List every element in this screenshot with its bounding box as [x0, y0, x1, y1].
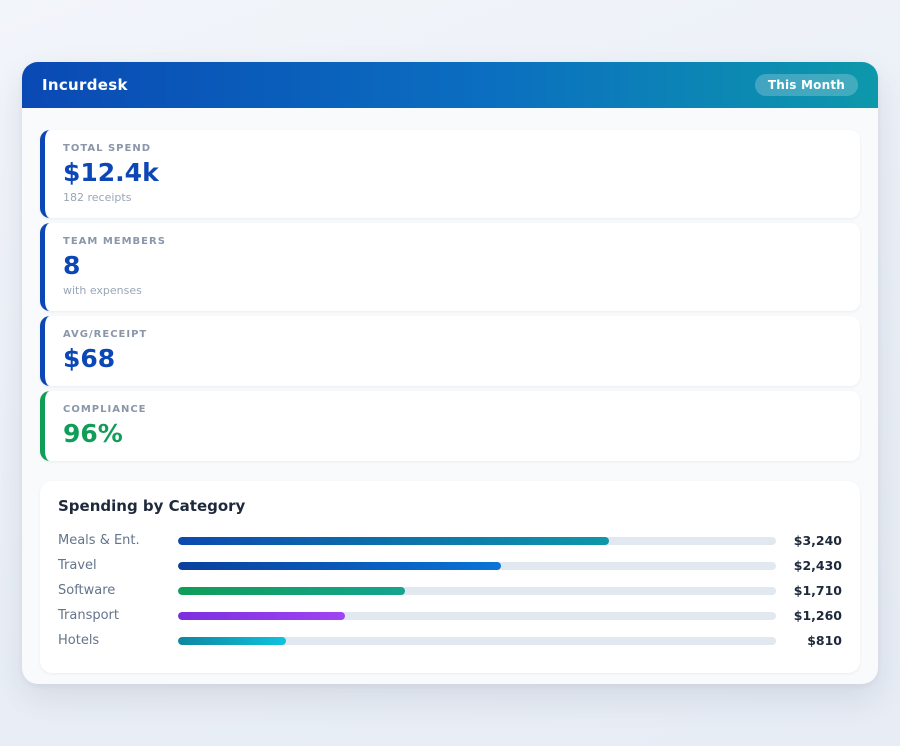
stat-subtext: with expenses [63, 284, 842, 297]
bar-value: $3,240 [776, 533, 842, 548]
chart-rows: Meals & Ent. $3,240 Travel $2,430 Software $1… [58, 528, 842, 653]
app-header: Incurdesk This Month [22, 62, 878, 108]
bar-value: $1,710 [776, 583, 842, 598]
stat-label: AVG/RECEIPT [63, 329, 842, 340]
chart-row: Travel $2,430 [58, 553, 842, 578]
bar-track [178, 637, 776, 645]
stat-label: COMPLIANCE [63, 404, 842, 415]
bar-value: $2,430 [776, 558, 842, 573]
chart-row: Transport $1,260 [58, 603, 842, 628]
bar-fill [178, 587, 405, 595]
stat-value: 8 [63, 252, 842, 280]
stat-value: $12.4k [63, 159, 842, 187]
stat-label: TOTAL SPEND [63, 143, 842, 154]
stat-label: TEAM MEMBERS [63, 236, 842, 247]
stat-card: TOTAL SPEND $12.4k 182 receipts [40, 130, 860, 218]
stat-subtext: 182 receipts [63, 191, 842, 204]
chart-row: Software $1,710 [58, 578, 842, 603]
bar-value: $1,260 [776, 608, 842, 623]
stat-card: COMPLIANCE 96% [40, 391, 860, 461]
category-label: Hotels [58, 633, 178, 648]
bar-value: $810 [776, 633, 842, 648]
chart-row: Hotels $810 [58, 628, 842, 653]
stat-card: AVG/RECEIPT $68 [40, 316, 860, 386]
panel-content: TOTAL SPEND $12.4k 182 receipts TEAM MEMBER… [22, 108, 878, 673]
category-label: Meals & Ent. [58, 533, 178, 548]
bar-track [178, 562, 776, 570]
bar-track [178, 537, 776, 545]
spending-by-category-card: Spending by Category Meals & Ent. $3,240 T… [40, 481, 860, 673]
bar-track [178, 587, 776, 595]
stat-card-list: TOTAL SPEND $12.4k 182 receipts TEAM MEMBER… [40, 130, 860, 461]
incurdesk-panel: Incurdesk This Month TOTAL SPEND $12.4k 18… [22, 62, 878, 684]
category-label: Software [58, 583, 178, 598]
chart-row: Meals & Ent. $3,240 [58, 528, 842, 553]
bar-fill [178, 562, 501, 570]
category-label: Travel [58, 558, 178, 573]
stat-card: TEAM MEMBERS 8 with expenses [40, 223, 860, 311]
chart-title: Spending by Category [58, 497, 842, 515]
app-title: Incurdesk [42, 76, 128, 94]
category-label: Transport [58, 608, 178, 623]
bar-fill [178, 537, 609, 545]
stat-value: 96% [63, 420, 842, 448]
bar-fill [178, 637, 286, 645]
bar-track [178, 612, 776, 620]
period-badge[interactable]: This Month [755, 74, 858, 96]
stat-value: $68 [63, 345, 842, 373]
bar-fill [178, 612, 345, 620]
